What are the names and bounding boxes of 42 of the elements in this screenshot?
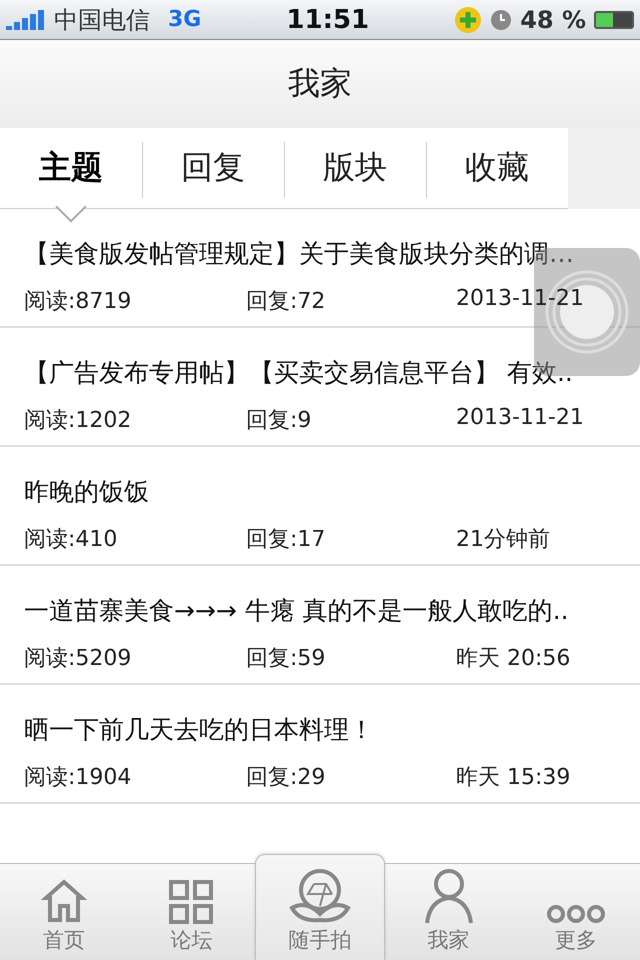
post-title[interactable]: 一道苗寨美食→→→ 牛瘪 真的不是一般人敢吃的..	[24, 594, 640, 627]
network-type: 3G	[168, 7, 202, 32]
post-time: 21分钟前	[456, 526, 550, 554]
tab-bar-item[interactable]: 首页	[0, 864, 128, 960]
reply-count: 回复:29	[246, 764, 326, 792]
tab-bar-item[interactable]: 论坛	[128, 864, 256, 960]
post-time: 昨天 15:39	[456, 764, 570, 792]
post-time: 2013-11-21	[456, 405, 584, 432]
more-icon	[546, 904, 606, 924]
tab[interactable]: 收藏	[426, 128, 568, 221]
person-icon	[424, 868, 474, 924]
battery-icon	[594, 10, 634, 28]
grid-icon	[169, 880, 214, 924]
page-title: 我家	[288, 63, 352, 104]
read-count: 阅读:410	[24, 526, 118, 554]
post-title[interactable]: 【美食版发帖管理规定】关于美食版块分类的调…	[24, 237, 640, 270]
reply-count: 回复:59	[246, 645, 326, 673]
signal-icon	[6, 10, 46, 30]
read-count: 阅读:5209	[24, 645, 132, 673]
post-time: 2013-11-21	[456, 286, 584, 313]
reply-count: 回复:9	[246, 407, 312, 435]
tab[interactable]: 版块	[284, 128, 426, 221]
read-count: 阅读:1202	[24, 407, 132, 435]
tab[interactable]: 回复	[142, 128, 284, 221]
tab-bar-item[interactable]: 我家	[384, 864, 512, 960]
tab[interactable]: 主题	[0, 128, 142, 221]
post-time: 昨天 20:56	[456, 645, 570, 673]
plus-app-icon	[454, 6, 482, 34]
read-count: 阅读:1904	[24, 764, 132, 792]
carrier-name: 中国电信	[54, 4, 150, 36]
reply-count: 回复:17	[246, 526, 326, 554]
post-title[interactable]: 晒一下前几天去吃的日本料理！	[24, 713, 640, 746]
camera-lotus-icon	[288, 868, 352, 924]
clock-icon	[490, 8, 512, 30]
tab-bar-item[interactable]: 随手拍	[255, 854, 385, 960]
post-title[interactable]: 昨晚的饭饭	[24, 475, 640, 508]
post-title[interactable]: 【广告发布专用帖】【买卖交易信息平台】 有效..	[24, 356, 640, 389]
clock-time: 11:51	[285, 4, 370, 34]
battery-percent: 48 %	[520, 6, 586, 34]
reply-count: 回复:72	[246, 288, 326, 316]
tab-bar-item[interactable]: 更多	[512, 864, 640, 960]
read-count: 阅读:8719	[24, 288, 132, 316]
